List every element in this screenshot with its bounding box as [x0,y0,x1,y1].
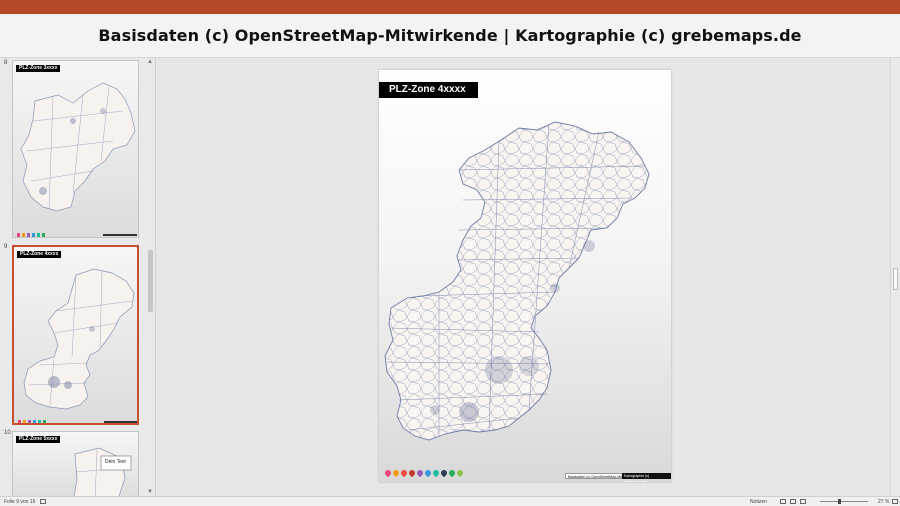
slide-counter: Folie 9 von 16 [4,499,36,505]
map-pin-icon [447,468,457,478]
map-pin-icon [415,468,425,478]
map-pin-icon [407,468,417,478]
zoom-slider[interactable] [820,501,868,502]
fit-to-window-icon[interactable] [892,499,898,504]
status-bar: Folie 9 von 16 Notizen 27 % [0,496,900,506]
current-slide[interactable]: PLZ-Zone 4xxxx Basisdaten (c) OpenStreet… [379,70,671,482]
map-pin-legend [383,468,465,478]
thumbnail-callout-text: Dein Text [105,459,126,465]
map-pin-icon [455,468,465,478]
banner-text: Basisdaten (c) OpenStreetMap-Mitwirkende… [98,26,802,45]
notes-button[interactable]: Notizen [750,499,767,505]
map-pin-icon [391,468,401,478]
slide-sorter-icon[interactable] [790,499,796,504]
thumbnail-number: 10 [4,430,11,436]
thumbnail-slide-10[interactable]: PLZ-Zone 5xxxx Dein Text [12,431,139,496]
thumbnail-number: 9 [4,244,8,250]
thumbnail-number: 8 [4,60,8,66]
credit-kartographie: Kartographie (c) grebemaps.de [622,473,671,482]
map-pin-icon [431,468,441,478]
thumbnail-map [17,82,137,237]
thumbnail-slide-9[interactable]: PLZ-Zone 4xxxx [12,245,139,425]
zoom-level[interactable]: 27 % [878,499,889,505]
slide-header-banner: Basisdaten (c) OpenStreetMap-Mitwirkende… [0,14,900,58]
map-pin-icon [383,468,393,478]
thumbnail-slide-8[interactable]: PLZ-Zone 3xxxx [12,60,139,238]
canvas-scrollbar-thumb[interactable] [893,268,898,290]
thumbnail-map [18,268,137,423]
accessibility-icon[interactable] [40,499,46,504]
slide-thumbnail-pane[interactable]: 8 PLZ-Zone 3xxxx 9 PLZ-Zone 4xxxx 10 PLZ… [0,58,156,496]
normal-view-icon[interactable] [780,499,786,504]
zoom-slider-handle[interactable] [838,499,841,504]
reading-view-icon[interactable] [800,499,806,504]
title-bar [0,0,900,14]
scroll-up-arrow[interactable]: ▲ [147,59,153,65]
map-pin-icon [439,468,449,478]
thumbnail-scrollbar-thumb[interactable] [148,250,153,312]
map-pin-icon [423,468,433,478]
map-pin-icon [399,468,409,478]
postal-zone-map[interactable] [379,70,671,482]
scroll-down-arrow[interactable]: ▼ [147,489,153,495]
